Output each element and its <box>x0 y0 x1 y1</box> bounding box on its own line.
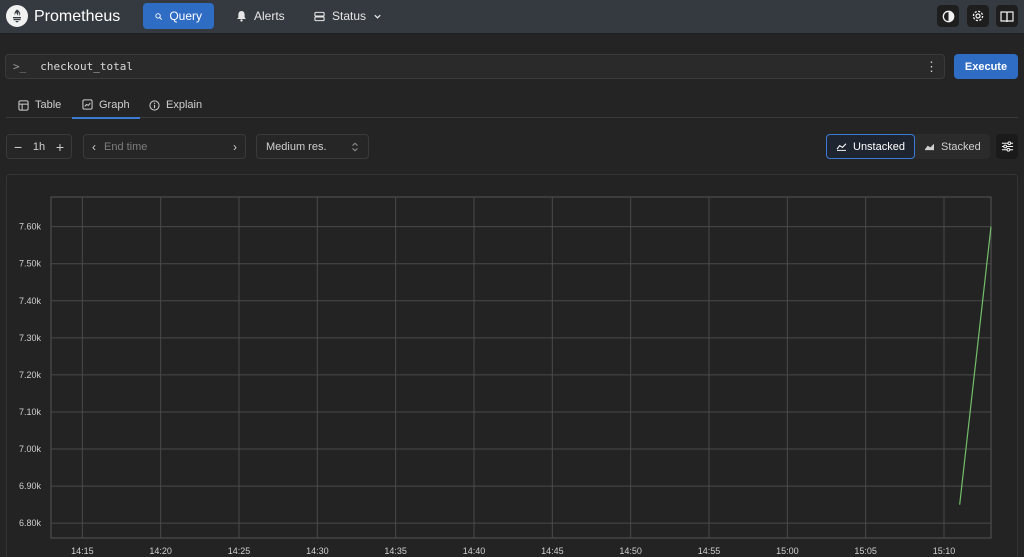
y-tick-label: 6.80k <box>19 518 42 528</box>
search-icon <box>155 12 163 20</box>
nav-alerts-label: Alerts <box>254 9 285 23</box>
line-chart-icon <box>836 143 847 151</box>
execute-button[interactable]: Execute <box>954 54 1018 79</box>
y-tick-label: 7.40k <box>19 296 42 306</box>
graph-panel: 6.80k 6.90k 7.00k 7.10k 7.20k 7.30k 7.40k 7.50k… <box>6 174 1018 557</box>
server-icon <box>314 11 325 21</box>
y-tick-label: 7.30k <box>19 333 42 343</box>
table-icon <box>18 99 29 111</box>
tab-graph[interactable]: Graph <box>72 92 140 119</box>
unstacked-button[interactable]: Unstacked <box>826 134 915 159</box>
query-input[interactable]: >_ checkout_total ⋮ <box>5 54 945 79</box>
x-tick-label: 14:50 <box>619 546 642 556</box>
x-tick-label: 15:05 <box>854 546 877 556</box>
range-decrease-button[interactable]: − <box>14 139 22 155</box>
stack-mode-toggle: Unstacked Stacked <box>826 134 990 159</box>
x-tick-label: 14:35 <box>384 546 407 556</box>
nav-query-label: Query <box>169 9 202 23</box>
nav-alerts-button[interactable]: Alerts <box>224 3 297 29</box>
x-tick-label: 15:10 <box>933 546 956 556</box>
y-tick-label: 7.10k <box>19 407 42 417</box>
view-tabs: Table Graph Explain <box>6 92 1018 119</box>
brand-title[interactable]: Prometheus <box>34 8 120 26</box>
stacked-button[interactable]: Stacked <box>915 134 990 159</box>
query-menu-icon[interactable]: ⋮ <box>925 60 938 73</box>
plot-area <box>50 196 992 539</box>
settings-button[interactable] <box>967 5 989 27</box>
nav-status-label: Status <box>332 9 367 23</box>
range-stepper: − 1h + <box>6 134 72 159</box>
x-tick-label: 14:45 <box>541 546 564 556</box>
prompt-icon: >_ <box>13 60 27 73</box>
series-line[interactable] <box>959 226 992 505</box>
gear-icon <box>972 10 984 22</box>
docs-button[interactable] <box>996 5 1018 27</box>
x-tick-label: 15:00 <box>776 546 799 556</box>
chevron-down-icon <box>374 14 381 19</box>
query-expression[interactable]: checkout_total <box>40 60 133 73</box>
end-time-back-button[interactable]: ‹ <box>92 140 96 154</box>
y-tick-label: 7.20k <box>19 370 42 380</box>
prometheus-logo-icon <box>6 5 28 27</box>
book-icon <box>1000 10 1014 22</box>
y-tick-label: 7.00k <box>19 444 42 454</box>
chevron-updown-icon <box>352 142 358 151</box>
range-value[interactable]: 1h <box>33 141 45 153</box>
tab-table[interactable]: Table <box>8 92 71 118</box>
x-tick-label: 14:20 <box>149 546 172 556</box>
resolution-select[interactable]: Medium res. <box>256 134 369 159</box>
top-navbar: Prometheus Query Alerts Status <box>0 0 1024 34</box>
tab-table-label: Table <box>35 99 62 111</box>
x-tick-label: 14:55 <box>698 546 721 556</box>
y-tick-label: 7.60k <box>19 222 42 232</box>
resolution-value: Medium res. <box>266 140 327 153</box>
theme-toggle-button[interactable] <box>937 5 959 27</box>
end-time-forward-button[interactable]: › <box>233 140 237 154</box>
x-tick-label: 14:15 <box>71 546 94 556</box>
bell-icon <box>237 10 246 22</box>
graph-settings-button[interactable] <box>996 134 1018 159</box>
nav-query-button[interactable]: Query <box>143 3 214 29</box>
tab-explain[interactable]: Explain <box>139 92 212 118</box>
x-tick-label: 14:30 <box>306 546 329 556</box>
stacked-label: Stacked <box>940 140 981 153</box>
end-time-input[interactable]: End time <box>104 141 233 153</box>
x-tick-label: 14:25 <box>228 546 251 556</box>
unstacked-label: Unstacked <box>853 140 905 153</box>
x-tick-label: 14:40 <box>463 546 486 556</box>
sliders-icon <box>1001 141 1013 152</box>
range-increase-button[interactable]: + <box>56 139 64 155</box>
info-icon <box>149 99 160 111</box>
area-chart-icon <box>924 143 934 151</box>
graph-icon <box>82 99 93 110</box>
y-tick-label: 7.50k <box>19 259 42 269</box>
tab-explain-label: Explain <box>166 99 203 111</box>
y-tick-label: 6.90k <box>19 481 42 491</box>
tab-graph-label: Graph <box>99 98 130 111</box>
nav-status-dropdown[interactable]: Status <box>302 3 394 29</box>
line-chart[interactable]: 6.80k 6.90k 7.00k 7.10k 7.20k 7.30k 7.40k 7.50k… <box>7 175 1017 557</box>
end-time-picker: ‹ End time › <box>83 134 246 159</box>
theme-toggle-icon <box>942 10 954 22</box>
